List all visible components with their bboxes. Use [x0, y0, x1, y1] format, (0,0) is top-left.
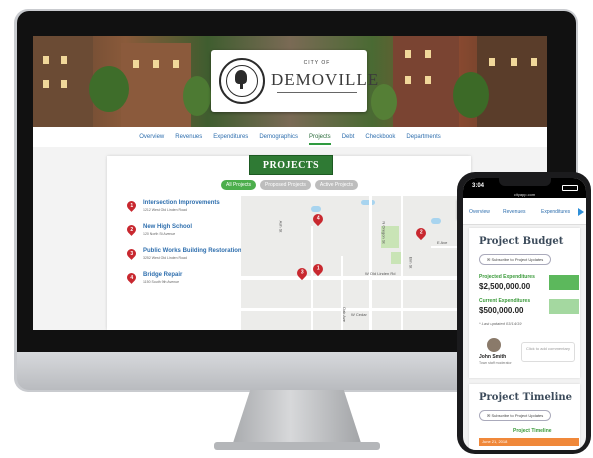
budget-title: Project Budget — [479, 236, 564, 247]
project-filters: All Projects Proposed Projects Active Pr… — [221, 180, 358, 190]
nav-demographics[interactable]: Demographics — [259, 134, 298, 140]
list-item[interactable]: 2 New High School 120 North St Avenue — [125, 223, 237, 248]
imac-stand-base — [214, 442, 380, 450]
map-street-label: Ash St — [278, 220, 284, 233]
person-role: Town staff moderator — [479, 361, 512, 365]
nav-revenues[interactable]: Revenues — [175, 134, 202, 140]
project-name[interactable]: Bridge Repair — [143, 272, 182, 278]
current-value: $500,000.00 — [479, 306, 524, 315]
map-street-label: E Ave — [437, 240, 448, 245]
map-pin-icon: 1 — [125, 199, 138, 212]
nav-expenditures[interactable]: Expenditures — [213, 134, 248, 140]
avatar — [487, 338, 501, 352]
nav-next-arrow-icon[interactable] — [578, 208, 584, 216]
map-street-label: Elm St — [408, 256, 414, 269]
city-logo[interactable]: CITY OF DEMOVILLE — [211, 50, 380, 112]
last-updated: * Last updated 03/14/19 — [479, 321, 522, 326]
project-address: 120 North St Avenue — [143, 232, 176, 236]
clock: 3:04 — [472, 183, 485, 189]
divider — [277, 92, 357, 93]
phone-nav: Overview Revenues Expenditures — [463, 198, 586, 225]
project-list: 1 Intersection Improvements 1212 West Ol… — [125, 199, 242, 296]
nav-expenditures[interactable]: Expenditures — [541, 209, 570, 215]
current-label: Current Expenditures — [479, 298, 531, 304]
current-bar — [549, 299, 579, 314]
filter-all-projects[interactable]: All Projects — [221, 180, 257, 190]
map-pin-icon[interactable]: 2 — [413, 225, 429, 241]
nav-overview[interactable]: Overview — [469, 209, 490, 215]
map-street-label: N Oregon St — [381, 221, 387, 244]
imac-stand — [232, 390, 362, 446]
project-address: 1150 South 9th Avenue — [143, 280, 180, 284]
budget-card: Project Budget Subscribe to Project Upda… — [469, 228, 580, 378]
map-pin-icon[interactable]: 4 — [310, 211, 326, 227]
main-nav: Overview Revenues Expenditures Demograph… — [33, 127, 547, 147]
projects-panel: PROJECTS All Projects Proposed Projects … — [107, 155, 471, 330]
list-item[interactable]: 3 Public Works Building Restoration 3252… — [125, 247, 242, 272]
map-pin-icon: 4 — [125, 271, 138, 284]
filter-active-projects[interactable]: Active Projects — [314, 180, 358, 190]
battery-icon — [562, 185, 578, 191]
comment-input[interactable]: Click to add commentary — [521, 342, 575, 362]
map-street-label: Oak Ave — [342, 306, 348, 323]
project-name[interactable]: Intersection Improvements — [143, 200, 220, 206]
person-name: John Smith — [479, 354, 507, 360]
timeline-title: Project Timeline — [479, 392, 573, 403]
city-name: DEMOVILLE — [271, 70, 380, 89]
hero-banner: CITY OF DEMOVILLE — [33, 36, 547, 127]
timeline-bar[interactable]: June 21, 2018 — [479, 438, 579, 446]
map-pin-icon: 3 — [125, 247, 138, 260]
section-title: PROJECTS — [249, 155, 333, 175]
nav-projects[interactable]: Projects — [309, 134, 331, 145]
phone-screen: 3:04 cityapp.com Overview Revenues Expen… — [463, 178, 586, 450]
list-item[interactable]: 1 Intersection Improvements 1212 West Ol… — [125, 199, 237, 224]
list-item[interactable]: 4 Bridge Repair 1150 South 9th Avenue — [125, 271, 237, 296]
city-seal-icon — [219, 58, 265, 104]
timeline-card: Project Timeline Subscribe to Project Up… — [469, 384, 580, 450]
subscribe-button[interactable]: Subscribe to Project Updates — [479, 254, 552, 265]
city-of-label: CITY OF — [303, 60, 331, 66]
status-bar: 3:04 cityapp.com — [463, 178, 586, 198]
projected-value: $2,500,000.00 — [479, 282, 531, 291]
url-bar[interactable]: cityapp.com — [463, 192, 586, 197]
nav-debt[interactable]: Debt — [342, 134, 355, 140]
nav-overview[interactable]: Overview — [139, 134, 164, 140]
nav-revenues[interactable]: Revenues — [503, 209, 526, 215]
projected-bar — [549, 275, 579, 290]
notch — [499, 178, 551, 186]
nav-checkbook[interactable]: Checkbook — [365, 134, 395, 140]
map-pin-icon: 2 — [125, 223, 138, 236]
map-street-label: W Old Linden Rd — [365, 271, 396, 276]
map-street-label: W Cedar — [351, 312, 367, 317]
project-name[interactable]: Public Works Building Restoration — [143, 248, 242, 254]
nav-departments[interactable]: Departments — [406, 134, 440, 140]
filter-proposed-projects[interactable]: Proposed Projects — [260, 180, 311, 190]
project-name[interactable]: New High School — [143, 224, 192, 230]
map-pin-icon[interactable]: 1 — [310, 261, 326, 277]
project-address: 1212 West Old Linden Road — [143, 208, 187, 212]
projects-map[interactable]: W Old Linden Rd N Oregon St Ash St Elm S… — [241, 196, 471, 330]
subscribe-button[interactable]: Subscribe to Project Updates — [479, 410, 552, 421]
timeline-label: Project Timeline — [513, 428, 552, 434]
project-address: 3252 West Old Linden Road — [143, 256, 187, 260]
projected-label: Projected Expenditures — [479, 274, 535, 280]
